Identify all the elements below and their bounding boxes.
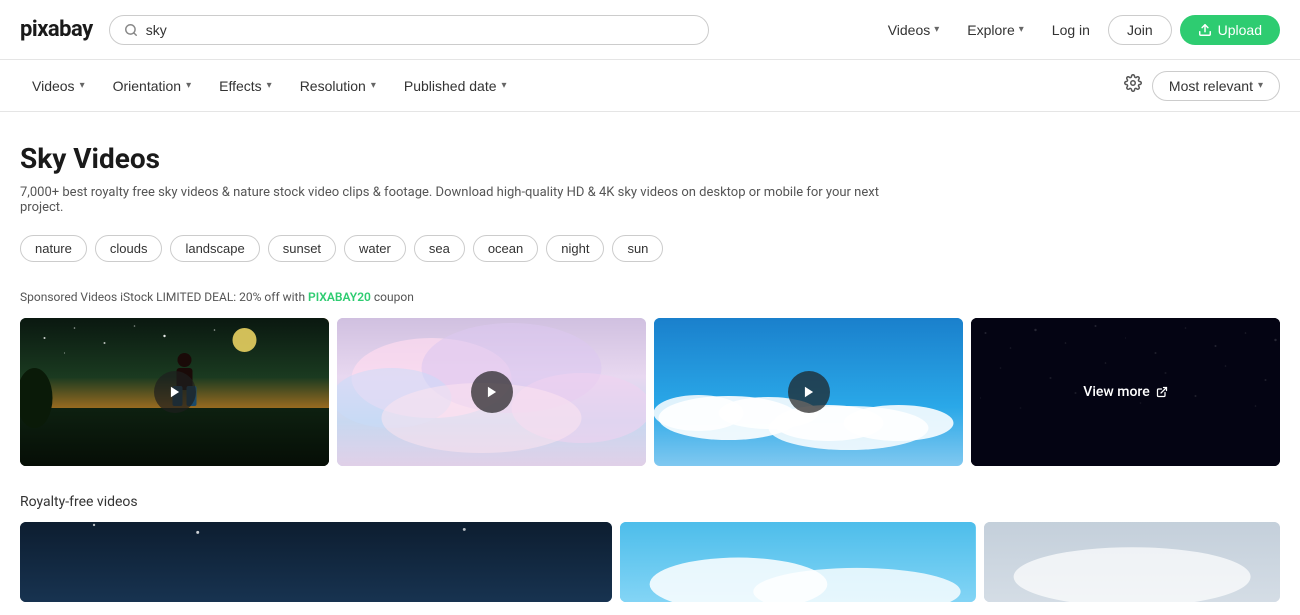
- play-icon-3: [802, 385, 816, 399]
- coupon-link[interactable]: PIXABAY20: [308, 290, 371, 304]
- join-button[interactable]: Join: [1108, 15, 1172, 45]
- tag-water[interactable]: water: [344, 235, 406, 262]
- tag-sun[interactable]: sun: [612, 235, 663, 262]
- play-icon-1: [168, 385, 182, 399]
- tags-container: nature clouds landscape sunset water sea…: [20, 235, 1280, 262]
- bottom-video-grid: [20, 522, 1280, 602]
- bottom-scene-1: [20, 522, 612, 602]
- video-card-1[interactable]: [20, 318, 329, 466]
- royalty-free-label: Royalty-free videos: [20, 494, 1280, 510]
- play-icon-2: [485, 385, 499, 399]
- header-nav: Videos ▾ Explore ▾ Log in Join Upload: [878, 15, 1280, 45]
- explore-nav-button[interactable]: Explore ▾: [957, 16, 1034, 44]
- videos-filter-chevron-icon: ▾: [80, 80, 85, 91]
- tag-sea[interactable]: sea: [414, 235, 465, 262]
- orientation-chevron-icon: ▾: [186, 80, 191, 91]
- filter-orientation-button[interactable]: Orientation ▾: [101, 72, 204, 100]
- videos-chevron-icon: ▾: [934, 24, 939, 35]
- tag-clouds[interactable]: clouds: [95, 235, 163, 262]
- tag-night[interactable]: night: [546, 235, 604, 262]
- login-button[interactable]: Log in: [1042, 16, 1100, 44]
- video-card-3[interactable]: [654, 318, 963, 466]
- external-link-icon: [1156, 386, 1168, 398]
- search-input[interactable]: [146, 22, 694, 38]
- view-more-overlay[interactable]: View more: [971, 318, 1280, 466]
- tag-sunset[interactable]: sunset: [268, 235, 336, 262]
- filter-effects-button[interactable]: Effects ▾: [207, 72, 284, 100]
- tag-nature[interactable]: nature: [20, 235, 87, 262]
- bottom-video-card-2[interactable]: [620, 522, 975, 602]
- video-card-4[interactable]: View more: [971, 318, 1280, 466]
- sponsored-coupon-suffix: coupon: [374, 290, 414, 304]
- video-grid: View more: [20, 318, 1280, 466]
- logo[interactable]: pixabay: [20, 17, 93, 42]
- sort-chevron-icon: ▾: [1258, 80, 1263, 91]
- play-button-3[interactable]: [788, 371, 830, 413]
- filter-bar: Videos ▾ Orientation ▾ Effects ▾ Resolut…: [0, 60, 1300, 112]
- sponsored-bar: Sponsored Videos iStock LIMITED DEAL: 20…: [20, 290, 1280, 304]
- settings-button[interactable]: [1118, 68, 1148, 103]
- bottom-video-card-1[interactable]: [20, 522, 612, 602]
- play-button-2[interactable]: [471, 371, 513, 413]
- header: pixabay Videos ▾ Explore ▾ Log in Join U…: [0, 0, 1300, 60]
- main-content: Sky Videos 7,000+ best royalty free sky …: [0, 112, 1300, 602]
- resolution-chevron-icon: ▾: [371, 80, 376, 91]
- gear-icon: [1124, 74, 1142, 92]
- videos-nav-button[interactable]: Videos ▾: [878, 16, 950, 44]
- explore-chevron-icon: ▾: [1019, 24, 1024, 35]
- bottom-scene-2: [620, 522, 975, 602]
- bottom-video-card-3[interactable]: [984, 522, 1280, 602]
- search-bar: [109, 15, 709, 45]
- page-title: Sky Videos: [20, 142, 1280, 175]
- bottom-scene-3: [984, 522, 1280, 602]
- filter-resolution-button[interactable]: Resolution ▾: [288, 72, 388, 100]
- page-description: 7,000+ best royalty free sky videos & na…: [20, 185, 920, 215]
- video-card-2[interactable]: [337, 318, 646, 466]
- tag-ocean[interactable]: ocean: [473, 235, 538, 262]
- search-icon: [124, 23, 138, 37]
- effects-chevron-icon: ▾: [267, 80, 272, 91]
- upload-button[interactable]: Upload: [1180, 15, 1280, 45]
- upload-icon: [1198, 23, 1212, 37]
- view-more-label: View more: [1083, 384, 1149, 400]
- sort-button[interactable]: Most relevant ▾: [1152, 71, 1280, 101]
- published-date-chevron-icon: ▾: [502, 80, 507, 91]
- filter-videos-button[interactable]: Videos ▾: [20, 72, 97, 100]
- play-button-1[interactable]: [154, 371, 196, 413]
- sponsored-text: Sponsored Videos iStock LIMITED DEAL: 20…: [20, 290, 305, 304]
- tag-landscape[interactable]: landscape: [170, 235, 259, 262]
- filter-published-date-button[interactable]: Published date ▾: [392, 72, 519, 100]
